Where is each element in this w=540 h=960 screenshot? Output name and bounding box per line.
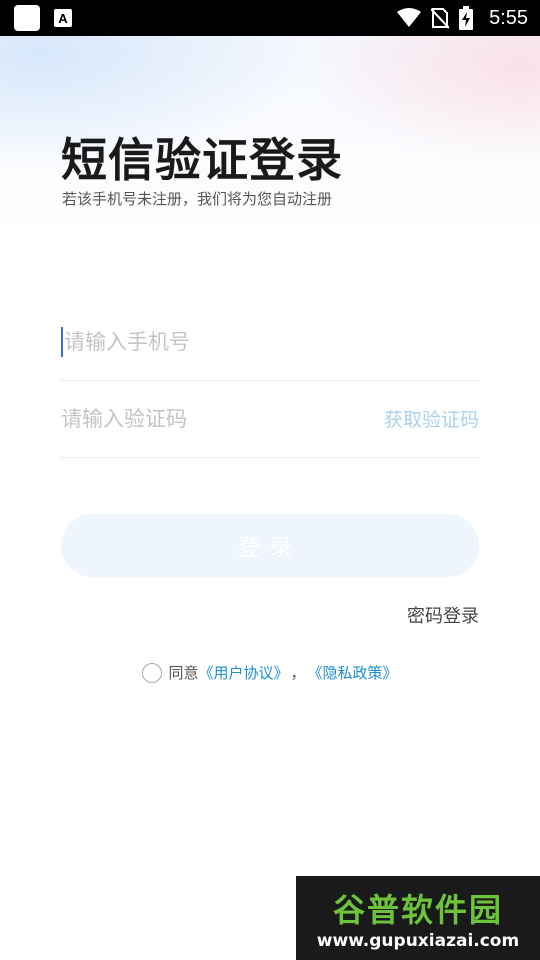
page-title: 短信验证登录 bbox=[61, 133, 343, 187]
watermark-logo: 谷普软件园 www.gupuxiazai.com bbox=[296, 876, 540, 960]
login-button[interactable]: 登录 bbox=[61, 514, 479, 577]
get-code-button[interactable]: 获取验证码 bbox=[384, 405, 479, 432]
user-agreement-link[interactable]: 《用户协议》 bbox=[198, 662, 288, 683]
page-subtitle: 若该手机号未注册，我们将为您自动注册 bbox=[62, 190, 333, 208]
status-icons: 5:55 bbox=[397, 6, 528, 30]
phone-input[interactable] bbox=[64, 321, 479, 362]
app-square-icon bbox=[14, 5, 40, 31]
watermark-title: 谷普软件园 bbox=[332, 891, 503, 929]
no-sim-icon bbox=[431, 8, 450, 29]
agreement-row: 同意 《用户协议》 ， 《隐私政策》 bbox=[0, 662, 540, 683]
code-field: 获取验证码 bbox=[61, 380, 479, 458]
privacy-policy-link[interactable]: 《隐私政策》 bbox=[308, 662, 398, 683]
agree-separator: ， bbox=[290, 664, 306, 682]
status-time: 5:55 bbox=[489, 6, 528, 29]
wifi-icon bbox=[397, 8, 422, 27]
a-notification-icon: A bbox=[54, 9, 72, 27]
verification-code-input[interactable] bbox=[61, 398, 384, 439]
agree-checkbox[interactable] bbox=[142, 662, 163, 683]
text-caret bbox=[61, 326, 63, 357]
battery-charging-icon bbox=[459, 6, 474, 30]
phone-field bbox=[61, 303, 479, 381]
status-bar: A 5:55 bbox=[0, 0, 540, 36]
agree-prefix: 同意 bbox=[168, 664, 199, 682]
watermark-url: www.gupuxiazai.com bbox=[316, 931, 520, 951]
password-login-link[interactable]: 密码登录 bbox=[407, 602, 479, 628]
